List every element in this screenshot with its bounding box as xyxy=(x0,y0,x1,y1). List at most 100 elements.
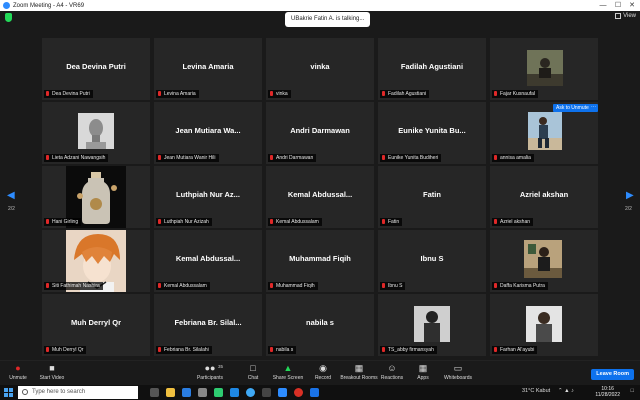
share-screen-button[interactable]: ▲ Share Screen xyxy=(270,363,306,381)
participant-label: Jean Mutiara Wanir Hili xyxy=(156,154,219,162)
muted-mic-icon xyxy=(46,283,49,288)
windows-taskbar: Type here to search 31°C Kabut ⌃ ▲ ♪ 10:… xyxy=(0,385,640,400)
edge-icon[interactable] xyxy=(246,388,255,397)
title-bar: Zoom Meeting - A4 - VR69 — ☐ ✕ xyxy=(0,0,640,11)
participant-tile[interactable]: Lieta Adzani Nawangsih xyxy=(42,102,150,164)
muted-mic-icon xyxy=(46,91,49,96)
participant-label: vinka xyxy=(268,90,291,98)
mail-icon[interactable] xyxy=(182,388,191,397)
next-page-icon[interactable]: ▶ xyxy=(626,190,634,201)
record-icon: ◉ xyxy=(319,363,327,373)
whiteboard-icon: ▭ xyxy=(453,363,463,373)
file-explorer-icon[interactable] xyxy=(166,388,175,397)
participant-tile[interactable]: Ibnu S Ibnu S xyxy=(378,230,486,292)
participant-tile[interactable]: Fatin Fatin xyxy=(378,166,486,228)
maximize-button[interactable]: ☐ xyxy=(611,0,625,11)
label-text: Azriel akshan xyxy=(500,219,531,225)
label-text: Jean Mutiara Wanir Hili xyxy=(164,155,216,161)
label-text: Fadilah Agustiani xyxy=(388,91,427,97)
task-view-icon[interactable] xyxy=(150,388,159,397)
muted-mic-icon xyxy=(270,347,273,352)
minimize-button[interactable]: — xyxy=(596,0,610,11)
participant-tile[interactable]: nabila s nabila s xyxy=(266,294,374,356)
whiteboards-button[interactable]: ▭ Whiteboards xyxy=(438,363,478,381)
leave-room-button[interactable]: Leave Room xyxy=(591,369,634,380)
participant-tile[interactable]: Kemal Abdussal... Kemal Abdussalam xyxy=(154,230,262,292)
participant-tile[interactable]: Levina Amaria Levina Amaria xyxy=(154,38,262,100)
participant-tile[interactable]: Febriana Br. Silal... Febriana Br. Silal… xyxy=(154,294,262,356)
label-text: Muh Derryl Qr xyxy=(52,347,84,353)
muted-mic-icon xyxy=(270,91,273,96)
start-video-label: Start Video xyxy=(39,375,65,381)
word-icon[interactable] xyxy=(230,388,239,397)
participant-tile[interactable]: Azriel akshan Azriel akshan xyxy=(490,166,598,228)
view-button[interactable]: View xyxy=(615,13,636,19)
muted-mic-icon xyxy=(494,283,497,288)
participant-tile[interactable]: TS_abby firmansyah xyxy=(378,294,486,356)
app-icon[interactable] xyxy=(310,388,319,397)
person-photo-icon xyxy=(528,112,562,150)
breakout-rooms-icon: ▦ xyxy=(354,363,364,373)
participant-tile[interactable]: Luthpiah Nur Az... Luthpiah Nur Azizah xyxy=(154,166,262,228)
participant-tile[interactable]: Muh Derryl Qr Muh Derryl Qr xyxy=(42,294,150,356)
more-options-button[interactable]: ··· xyxy=(589,104,598,112)
apps-button[interactable]: ▦ Apps xyxy=(405,363,441,381)
participant-tile[interactable]: Muhammad Fiqih Muhammad Fiqih xyxy=(266,230,374,292)
reactions-label: Reactions xyxy=(380,375,404,381)
media-icon[interactable] xyxy=(262,388,271,397)
participant-tile[interactable]: Daffa Karisma Putra xyxy=(490,230,598,292)
muted-mic-icon xyxy=(158,283,161,288)
label-text: Luthpiah Nur Azizah xyxy=(164,219,209,225)
record-button[interactable]: ◉ Record xyxy=(305,363,341,381)
participants-label: Participants xyxy=(196,375,224,381)
system-tray-icons[interactable]: ⌃ ▲ ♪ xyxy=(558,388,574,394)
participant-name: Fadilah Agustiani xyxy=(400,62,464,71)
breakout-rooms-button[interactable]: ▦ Breakout Rooms xyxy=(339,363,379,381)
meeting-toolbar: ● Unmute ■ Start Video ●● Participants 3… xyxy=(0,360,640,385)
label-text: Ibnu S xyxy=(388,283,403,289)
start-video-button[interactable]: ■ Start Video xyxy=(34,363,70,381)
participant-tile[interactable]: Farhan Al'ayubi xyxy=(490,294,598,356)
participant-tile[interactable]: Fajar Kusnaufal xyxy=(490,38,598,100)
participant-tile[interactable]: Fadilah Agustiani Fadilah Agustiani xyxy=(378,38,486,100)
muted-mic-icon xyxy=(270,155,273,160)
participant-tile[interactable]: Eunike Yunita Bu... Eunike Yunita Budihe… xyxy=(378,102,486,164)
previous-page-icon[interactable]: ◀ xyxy=(7,190,15,201)
label-text: Hani Girling xyxy=(52,219,79,225)
label-text: TS_abby firmansyah xyxy=(388,347,434,353)
participant-tile[interactable]: Hani Girling xyxy=(42,166,150,228)
zoom-app-icon[interactable] xyxy=(278,388,287,397)
profile-photo xyxy=(528,112,562,150)
taskbar-clock[interactable]: 10:16 11/28/2022 xyxy=(595,386,620,398)
unmute-button[interactable]: ● Unmute xyxy=(0,363,36,381)
ask-to-unmute-button[interactable]: Ask to Unmute xyxy=(553,104,592,112)
windows-start-icon[interactable] xyxy=(4,388,13,397)
participant-label: Daffa Karisma Putra xyxy=(492,282,548,290)
label-text: Kemal Abdussalam xyxy=(276,219,319,225)
chrome-icon[interactable] xyxy=(294,388,303,397)
notifications-icon[interactable]: □ xyxy=(631,388,634,394)
participant-tile[interactable]: Jean Mutiara Wa... Jean Mutiara Wanir Hi… xyxy=(154,102,262,164)
participant-tile[interactable]: vinka vinka xyxy=(266,38,374,100)
video-grid: Dea Devina Putri Dea Devina Putri Levina… xyxy=(42,38,598,356)
participant-tile[interactable]: Andri Darmawan Andri Darmawan xyxy=(266,102,374,164)
spreadsheet-icon[interactable] xyxy=(214,388,223,397)
participant-tile[interactable]: Kemal Abdussal... Kemal Abdussalam xyxy=(266,166,374,228)
active-speaker-banner: UBakrie Fatin A. is talking... xyxy=(285,12,371,27)
store-icon[interactable] xyxy=(198,388,207,397)
record-label: Record xyxy=(314,375,332,381)
participant-tile[interactable]: Siti Fathimah Nashira xyxy=(42,230,150,292)
weather-readout[interactable]: 31°C Kabut xyxy=(522,388,550,394)
participant-tile[interactable]: Dea Devina Putri Dea Devina Putri xyxy=(42,38,150,100)
participant-name: Azriel akshan xyxy=(519,190,569,199)
label-text: Andri Darmawan xyxy=(276,155,314,161)
taskbar-search-input[interactable]: Type here to search xyxy=(18,386,138,399)
grid-view-icon xyxy=(615,13,622,19)
participants-count: 35 xyxy=(218,364,224,369)
label-text: Levina Amaria xyxy=(164,91,196,97)
close-button[interactable]: ✕ xyxy=(625,0,639,11)
chat-button[interactable]: □ Chat xyxy=(235,363,271,381)
shield-icon[interactable] xyxy=(5,13,12,22)
search-icon xyxy=(22,389,28,395)
unmute-label: Unmute xyxy=(9,375,27,381)
